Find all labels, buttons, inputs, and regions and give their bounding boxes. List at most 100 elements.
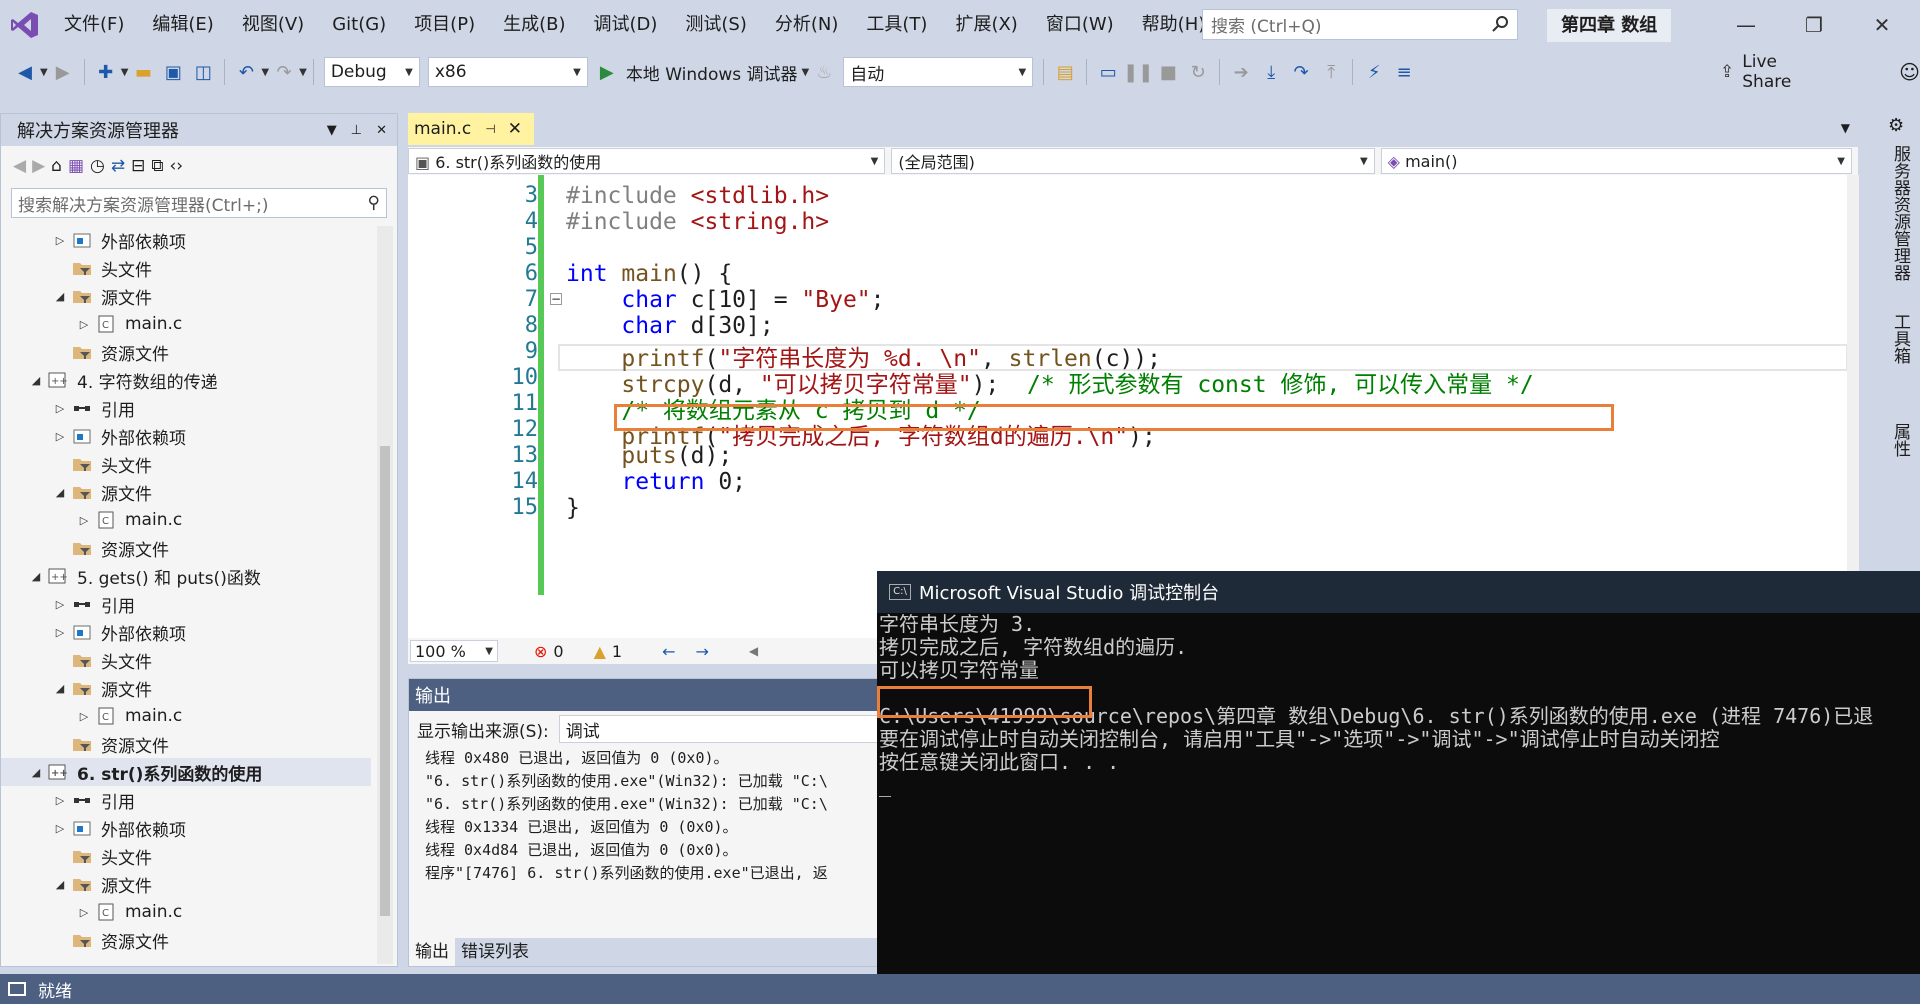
output-text[interactable]: 线程 0x480 已退出, 返回值为 0 (0x0)。 "6. str()系列函数…: [409, 747, 879, 917]
visual-studio-logo-icon[interactable]: [0, 0, 50, 50]
comment-icon[interactable]: ≡: [1389, 57, 1419, 87]
search-input[interactable]: 搜索 (Ctrl+Q): [1202, 9, 1518, 40]
code-line[interactable]: char d[30];: [566, 313, 773, 339]
tree-item[interactable]: 资源文件: [1, 534, 371, 562]
menu-item[interactable]: 调试(D): [580, 0, 672, 50]
menu-item[interactable]: 文件(F): [50, 0, 138, 50]
tree-item[interactable]: ◢ 源文件: [1, 282, 371, 310]
expanded-arrow-icon[interactable]: ◢: [25, 374, 47, 387]
scrollbar-thumb[interactable]: [380, 446, 390, 916]
tree-item[interactable]: ◢ ++ 4. 字符数组的传递: [1, 366, 371, 394]
hot-reload-icon[interactable]: ♨: [809, 57, 839, 87]
code-line[interactable]: return 0;: [566, 469, 746, 495]
previous-issue-icon[interactable]: ←: [662, 642, 675, 661]
code-editor[interactable]: 3 4 5 6 7 8 9 10 11 12 13 14 15 #include <stdlib.h> #…: [408, 175, 1858, 638]
pause-icon[interactable]: ❚❚: [1123, 57, 1153, 87]
collapsed-arrow-icon[interactable]: ▷: [49, 598, 71, 611]
configuration-select[interactable]: Debug ▼: [323, 57, 420, 87]
search-icon[interactable]: ⚲: [368, 193, 380, 213]
tree-item[interactable]: 资源文件: [1, 338, 371, 366]
save-all-icon[interactable]: ◫: [188, 57, 218, 87]
expanded-arrow-icon[interactable]: ◢: [49, 878, 71, 891]
side-tab[interactable]: 属性: [1888, 423, 1913, 457]
editor-scrollbar[interactable]: [1847, 175, 1859, 638]
forward-icon[interactable]: ▶: [32, 156, 45, 176]
step-out-icon[interactable]: ⤒: [1316, 57, 1346, 87]
new-project-icon[interactable]: ✚: [91, 57, 121, 87]
code-line[interactable]: #include <string.h>: [566, 209, 829, 235]
live-share-button[interactable]: ⇪ Live Share ☺: [1720, 50, 1920, 94]
tree-item[interactable]: ▷ Cmain.c: [1, 702, 371, 730]
tree-item[interactable]: ▷ 外部依赖项: [1, 422, 371, 450]
gear-icon[interactable]: ⚙: [1888, 115, 1904, 136]
redo-dropdown-icon[interactable]: ▼: [299, 67, 307, 78]
tree-item[interactable]: ▷ 外部依赖项: [1, 226, 371, 254]
switch-views-icon[interactable]: ▦: [68, 156, 84, 176]
back-dropdown-icon[interactable]: ▼: [40, 67, 48, 78]
new-dropdown-icon[interactable]: ▼: [121, 67, 129, 78]
expanded-arrow-icon[interactable]: ◢: [49, 486, 71, 499]
redo-icon[interactable]: ↷: [269, 57, 299, 87]
forward-icon[interactable]: ▶: [48, 57, 78, 87]
undo-dropdown-icon[interactable]: ▼: [261, 67, 269, 78]
project-select[interactable]: ▣ 6. str()系列函数的使用 ▼: [408, 148, 886, 174]
start-debug-icon[interactable]: ▶: [592, 57, 622, 87]
step-into-icon[interactable]: ⤓: [1256, 57, 1286, 87]
expanded-arrow-icon[interactable]: ◢: [25, 766, 47, 779]
search-icon[interactable]: [1491, 15, 1509, 38]
tree-scrollbar[interactable]: [377, 226, 393, 964]
code-line[interactable]: }: [566, 495, 580, 521]
horizontal-scroll-left-icon[interactable]: ◀: [749, 644, 758, 658]
collapsed-arrow-icon[interactable]: ▷: [73, 514, 95, 527]
tree-item[interactable]: 头文件: [1, 254, 371, 282]
collapsed-arrow-icon[interactable]: ▷: [49, 234, 71, 247]
collapsed-arrow-icon[interactable]: ▷: [49, 822, 71, 835]
step-over-icon[interactable]: ↷: [1286, 57, 1316, 87]
collapsed-arrow-icon[interactable]: ▷: [49, 626, 71, 639]
show-all-files-icon[interactable]: ⧉: [151, 156, 163, 176]
menu-item[interactable]: 视图(V): [228, 0, 318, 50]
stop-icon[interactable]: ■: [1153, 57, 1183, 87]
menu-item[interactable]: 分析(N): [761, 0, 853, 50]
menu-item[interactable]: Git(G): [318, 0, 400, 50]
next-issue-icon[interactable]: →: [696, 642, 709, 661]
expanded-arrow-icon[interactable]: ◢: [49, 290, 71, 303]
save-icon[interactable]: ▣: [158, 57, 188, 87]
code-view-icon[interactable]: ‹›: [170, 156, 184, 176]
tree-item[interactable]: ▷ 外部依赖项: [1, 814, 371, 842]
menu-item[interactable]: 编辑(E): [138, 0, 227, 50]
expanded-arrow-icon[interactable]: ◢: [25, 570, 47, 583]
start-debugger-button[interactable]: 本地 Windows 调试器: [622, 60, 802, 85]
tree-item[interactable]: ▷ 引用: [1, 590, 371, 618]
tree-item[interactable]: ▷ Cmain.c: [1, 310, 371, 338]
tree-item[interactable]: ◢ 源文件: [1, 478, 371, 506]
breakpoint-icon[interactable]: ⚡: [1359, 57, 1389, 87]
debug-console-window[interactable]: C:\ Microsoft Visual Studio 调试控制台 字符串长度为…: [877, 571, 1920, 1004]
tab-error-list[interactable]: 错误列表: [455, 938, 535, 966]
window-position-icon[interactable]: ▼: [327, 123, 337, 138]
restore-button[interactable]: ❐: [1780, 0, 1848, 50]
auto-select[interactable]: 自动 ▼: [843, 57, 1034, 87]
output-source-select[interactable]: 调试: [558, 715, 879, 743]
zoom-select[interactable]: 100 % ▼: [410, 640, 498, 662]
warning-count[interactable]: 1: [612, 642, 622, 661]
platform-select[interactable]: x86 ▼: [427, 57, 588, 87]
feedback-icon[interactable]: ☺: [1899, 60, 1920, 84]
minimize-button[interactable]: —: [1712, 0, 1780, 50]
undo-icon[interactable]: ↶: [231, 57, 261, 87]
tree-item[interactable]: ▷ Cmain.c: [1, 506, 371, 534]
tree-item[interactable]: 资源文件: [1, 730, 371, 758]
home-icon[interactable]: ⌂: [51, 156, 62, 176]
tree-item[interactable]: ▷ Cmain.c: [1, 898, 371, 926]
console-title-bar[interactable]: C:\ Microsoft Visual Studio 调试控制台: [877, 571, 1920, 613]
menu-item[interactable]: 生成(B): [489, 0, 579, 50]
expanded-arrow-icon[interactable]: ◢: [49, 682, 71, 695]
collapsed-arrow-icon[interactable]: ▷: [49, 402, 71, 415]
collapsed-arrow-icon[interactable]: ▷: [49, 794, 71, 807]
collapse-all-icon[interactable]: ⊟: [131, 156, 145, 176]
tab-output[interactable]: 输出: [409, 938, 455, 966]
console-output[interactable]: 字符串长度为 3. 拷贝完成之后, 字符数组d的遍历. 可以拷贝字符常量 C:\Use…: [877, 613, 1920, 1004]
tree-item[interactable]: ▷ 引用: [1, 394, 371, 422]
run-dropdown-icon[interactable]: ▼: [802, 67, 810, 78]
tab-main-c[interactable]: main.c ⊣ ✕: [408, 113, 534, 145]
